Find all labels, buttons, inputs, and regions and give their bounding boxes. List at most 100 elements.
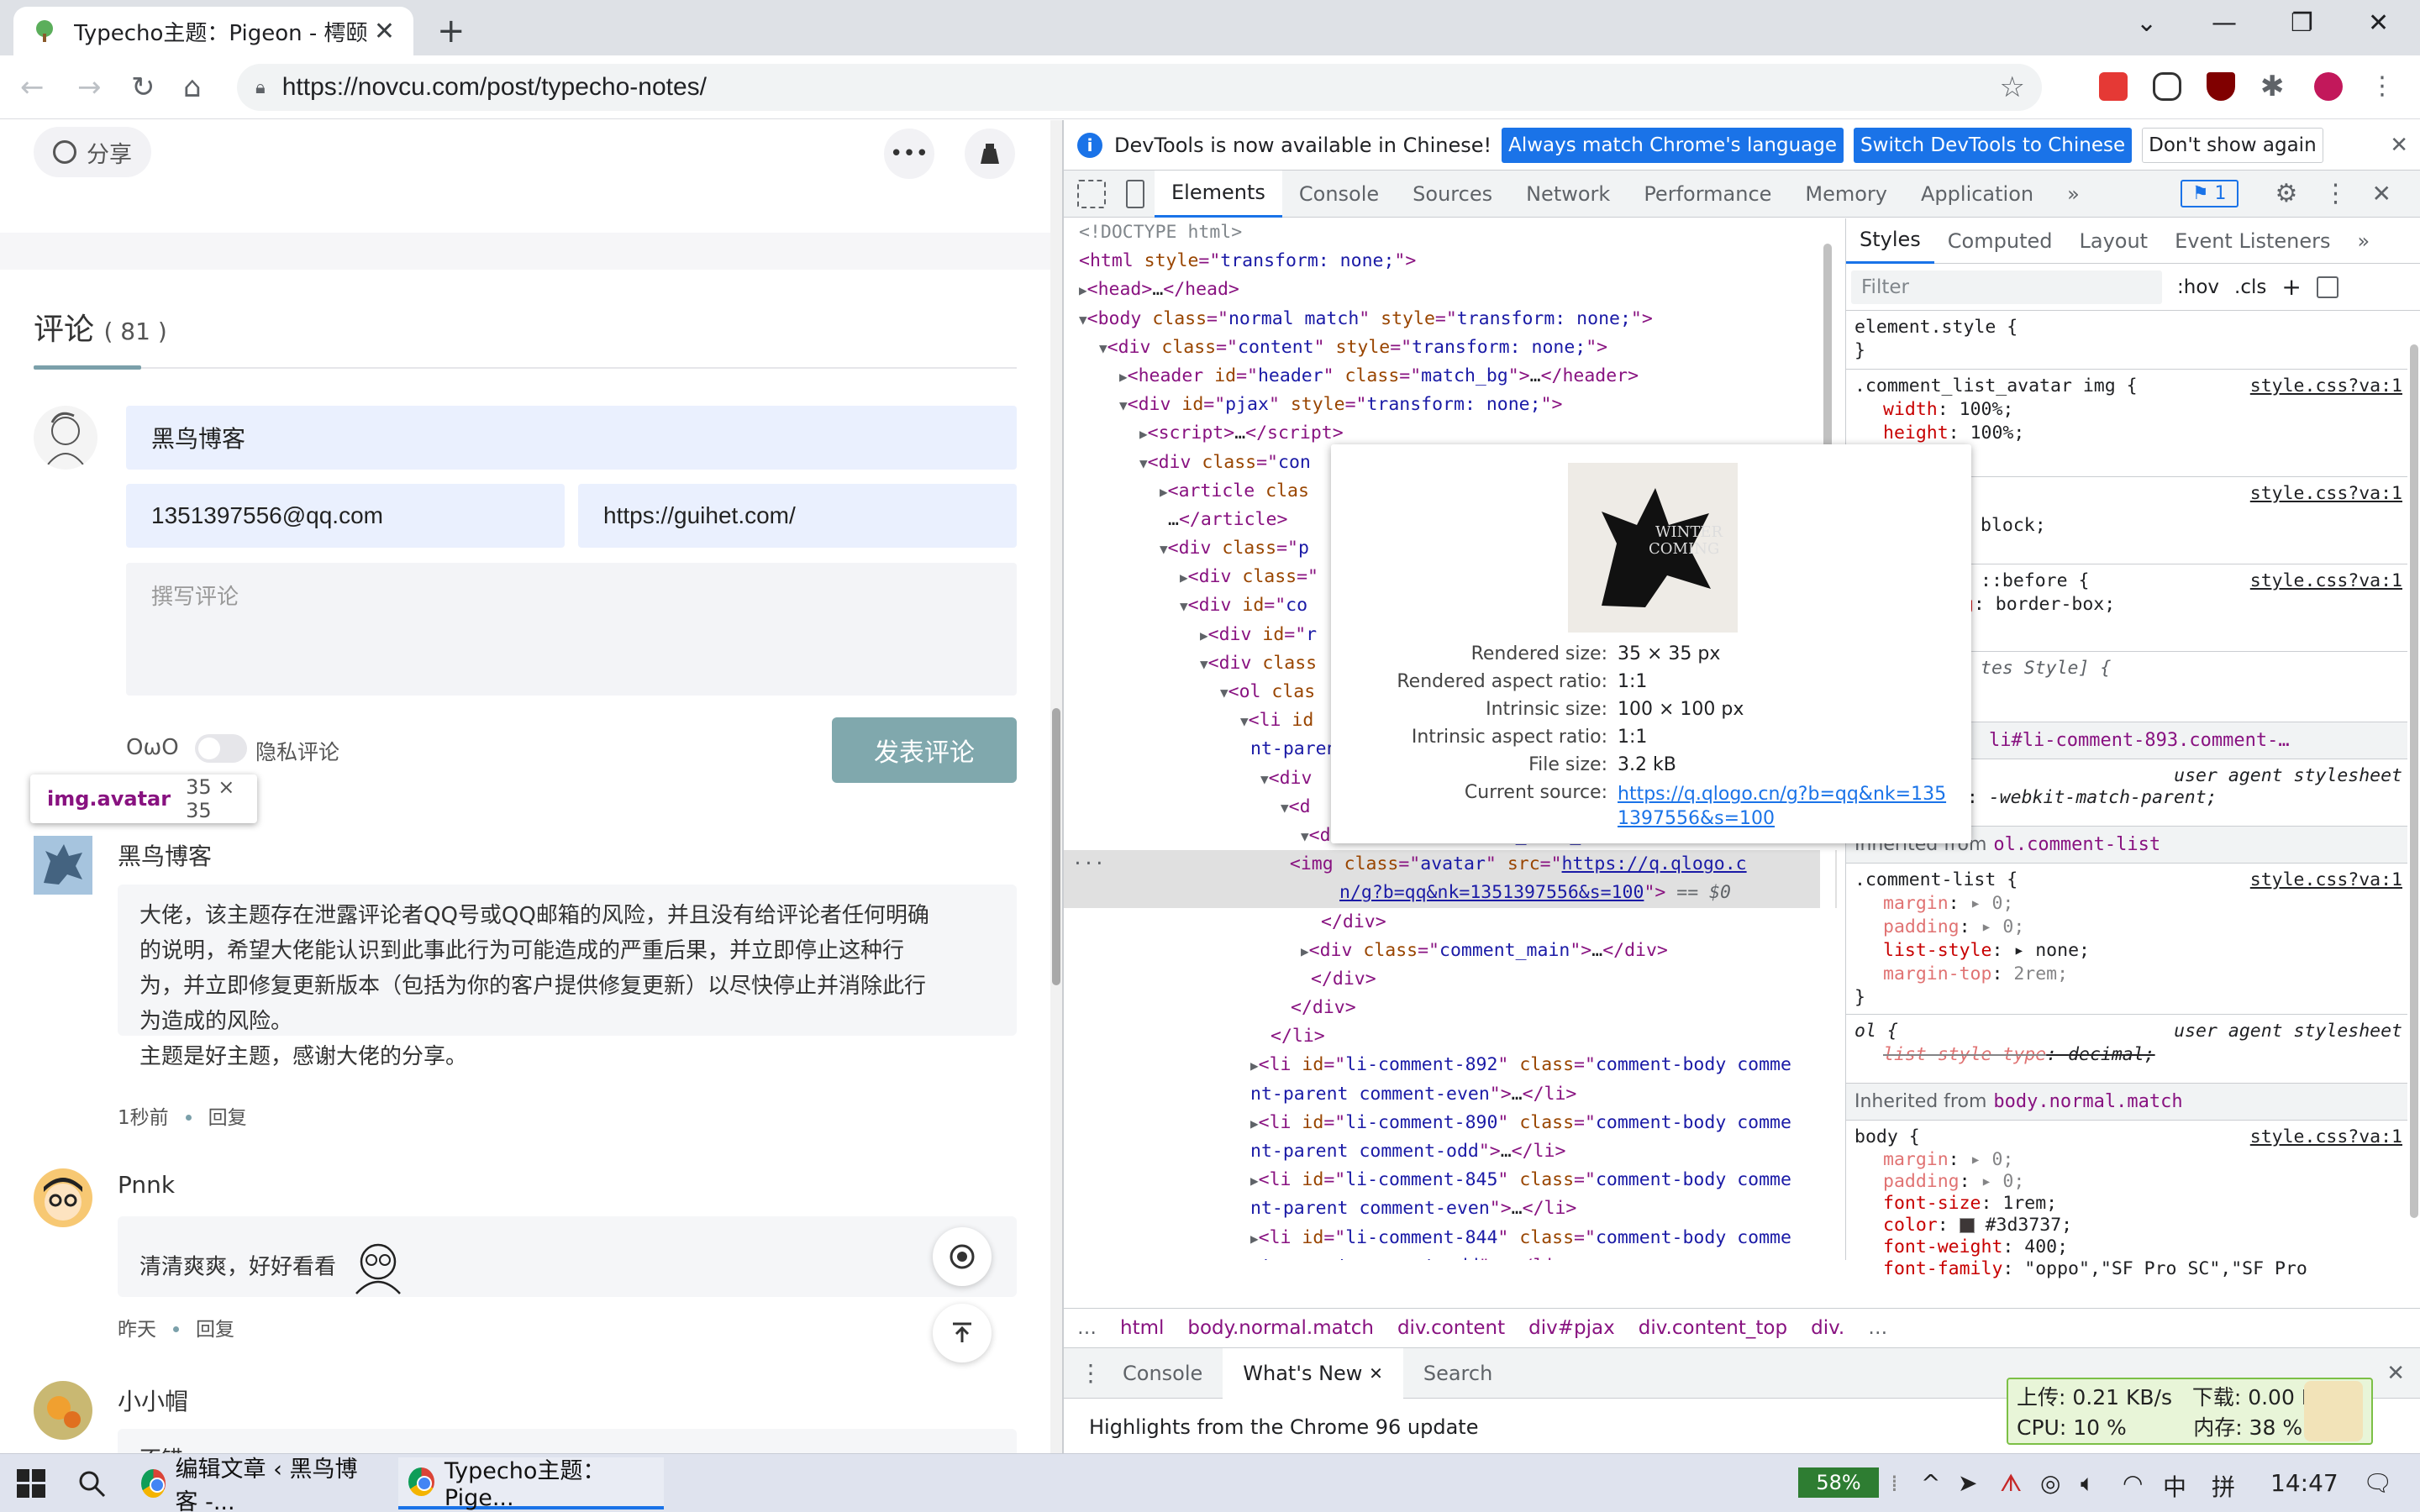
css-prop-name[interactable]: padding bbox=[1854, 1171, 1960, 1192]
battery-indicator[interactable]: 58% bbox=[1798, 1467, 1879, 1498]
more-side-tabs-icon[interactable]: » bbox=[2344, 218, 2384, 264]
search-icon[interactable] bbox=[77, 1469, 106, 1498]
tab-computed[interactable]: Computed bbox=[1934, 218, 2066, 264]
styles-scrollbar-thumb[interactable] bbox=[2410, 344, 2418, 1218]
volume-icon[interactable]: 🔈︎ bbox=[2081, 1469, 2095, 1498]
new-tab-button[interactable]: + bbox=[437, 12, 466, 50]
inspect-element-icon[interactable] bbox=[1077, 179, 1106, 208]
tab-memory[interactable]: Memory bbox=[1788, 171, 1904, 218]
network-monitor-widget[interactable]: 上传: 0.21 KB/s 下载: 0.00 KB/s CPU: 10 % 内存… bbox=[2007, 1378, 2373, 1445]
breadcrumb-overflow[interactable]: … bbox=[1077, 1317, 1097, 1339]
settings-gear-icon[interactable]: ⚙ bbox=[2275, 179, 2298, 208]
tab-application[interactable]: Application bbox=[1904, 171, 2050, 218]
css-prop-name[interactable]: width bbox=[1854, 399, 1938, 420]
home-icon[interactable]: ⌂ bbox=[183, 71, 202, 104]
css-prop-value[interactable]: #3d3737; bbox=[1986, 1215, 2073, 1236]
dom-line-selected[interactable]: ··· <img class="avatar" src="https://q.q… bbox=[1064, 850, 1837, 879]
inherited-element[interactable]: body.normal.match bbox=[1993, 1091, 2182, 1112]
tray-circle-icon[interactable]: ◎ bbox=[2040, 1469, 2060, 1497]
dom-line[interactable]: </div> bbox=[1064, 994, 1837, 1022]
css-prop-value[interactable]: ▸ 0; bbox=[1970, 1149, 2014, 1170]
inherited-element[interactable]: li#li-comment-893.comment-… bbox=[1989, 730, 2290, 751]
tab-styles[interactable]: Styles bbox=[1846, 218, 1934, 264]
devtools-menu-icon[interactable]: ⋮ bbox=[2323, 179, 2348, 208]
rule-source-link[interactable]: style.css?va:1 bbox=[2250, 375, 2402, 398]
comment-avatar[interactable] bbox=[34, 1381, 92, 1440]
page-scrollbar-thumb[interactable] bbox=[1052, 708, 1060, 985]
address-bar[interactable]: 🔒︎ https://novcu.com/post/typecho-notes/… bbox=[237, 64, 2042, 111]
css-prop-value[interactable]: 100%; bbox=[1960, 399, 2014, 420]
breadcrumb-item[interactable]: div.content bbox=[1397, 1317, 1505, 1339]
css-prop-name[interactable]: margin bbox=[1854, 893, 1949, 914]
tab-close-icon[interactable]: ✕ bbox=[374, 17, 395, 46]
breadcrumb-item[interactable]: div. bbox=[1811, 1317, 1844, 1339]
tray-telegram-icon[interactable]: ➤ bbox=[1958, 1469, 1977, 1497]
comment-author[interactable]: 小小帽 bbox=[118, 1383, 188, 1417]
tab-elements[interactable]: Elements bbox=[1155, 170, 1282, 218]
css-prop-name[interactable]: height bbox=[1854, 423, 1949, 444]
dom-line[interactable]: ▶<li id="li-comment-845" class="comment-… bbox=[1064, 1166, 1837, 1194]
breadcrumb-item[interactable]: body.normal.match bbox=[1187, 1317, 1374, 1339]
tab-layout[interactable]: Layout bbox=[2065, 218, 2161, 264]
tab-console[interactable]: Console bbox=[1282, 171, 1396, 218]
website-field[interactable]: https://guihet.com/ bbox=[578, 484, 1017, 548]
browser-menu-icon[interactable]: ⋮ bbox=[2370, 72, 2398, 101]
styles-scrollbar[interactable] bbox=[2407, 311, 2420, 1260]
dom-line[interactable]: ▶<li id="li-comment-844" class="comment-… bbox=[1064, 1224, 1837, 1252]
dom-line[interactable]: ▶<li id="li-comment-892" class="comment-… bbox=[1064, 1051, 1837, 1079]
tab-network[interactable]: Network bbox=[1509, 171, 1627, 218]
forward-icon[interactable]: → bbox=[77, 71, 102, 104]
rule-source-link[interactable]: style.css?va:1 bbox=[2250, 482, 2402, 506]
toggle-sidebar-icon[interactable] bbox=[2316, 276, 2338, 298]
css-prop-value[interactable]: 400; bbox=[2024, 1236, 2068, 1257]
rule-source-link[interactable]: style.css?va:1 bbox=[2250, 869, 2402, 892]
dom-line[interactable]: ▼<body class="normal match" style="trans… bbox=[1064, 305, 1837, 333]
drawer-tab-close-icon[interactable]: ✕ bbox=[1369, 1363, 1383, 1383]
css-prop-name[interactable]: font-family bbox=[1854, 1258, 2002, 1279]
drawer-menu-icon[interactable]: ⋮ bbox=[1079, 1359, 1102, 1387]
drawer-tab-console[interactable]: Console bbox=[1102, 1348, 1223, 1399]
extensions-puzzle-icon[interactable]: ✱ bbox=[2260, 72, 2289, 101]
css-prop-name[interactable]: margin-top bbox=[1854, 963, 1991, 984]
device-toolbar-icon[interactable] bbox=[1126, 179, 1144, 208]
private-comment-toggle[interactable] bbox=[195, 734, 247, 763]
dont-show-again-button[interactable]: Don't show again bbox=[2142, 127, 2323, 163]
tab-search-icon[interactable]: ⌄ bbox=[2136, 8, 2157, 38]
ublock-icon[interactable] bbox=[2207, 72, 2235, 101]
clock-time[interactable]: 14:47 bbox=[2270, 1469, 2338, 1497]
dom-line[interactable]: ▶<head>…</head> bbox=[1064, 276, 1837, 304]
css-rule-body[interactable]: body { style.css?va:1 margin: ▸ 0; paddi… bbox=[1846, 1121, 2407, 1279]
reply-link[interactable]: 回复 bbox=[196, 1319, 234, 1341]
drawer-tab-whats-new[interactable]: What's New ✕ bbox=[1223, 1347, 1403, 1399]
issues-badge[interactable]: ⚑ 1 bbox=[2180, 180, 2238, 207]
css-prop-name[interactable]: font-weight bbox=[1854, 1236, 2002, 1257]
cls-toggle[interactable]: .cls bbox=[2234, 276, 2266, 298]
owo-emoji-button[interactable]: OωO bbox=[126, 735, 179, 760]
dom-line[interactable]: </li> bbox=[1064, 1022, 1837, 1051]
theme-toggle-button[interactable] bbox=[933, 1227, 992, 1286]
minimize-button[interactable]: — bbox=[2212, 8, 2237, 38]
more-button[interactable]: ••• bbox=[884, 129, 934, 179]
comment-textarea[interactable]: 撰写评论 bbox=[126, 563, 1017, 696]
css-prop-value[interactable]: 1rem; bbox=[2002, 1193, 2057, 1214]
dom-line[interactable]: ▶<div class="comment_main">…</div> bbox=[1064, 937, 1837, 965]
styles-filter-input[interactable]: Filter bbox=[1851, 270, 2162, 304]
submit-comment-button[interactable]: 发表评论 bbox=[832, 717, 1017, 783]
dom-line[interactable]: ▶<li id="li-comment-890" class="comment-… bbox=[1064, 1109, 1837, 1137]
dom-line[interactable]: ▶<header id="header" class="match_bg">…<… bbox=[1064, 362, 1837, 391]
tray-chevron-icon[interactable]: ^ bbox=[1921, 1469, 1940, 1497]
close-window-button[interactable]: ✕ bbox=[2368, 8, 2389, 38]
comment-avatar[interactable] bbox=[34, 1168, 92, 1227]
tab-performance[interactable]: Performance bbox=[1627, 171, 1788, 218]
extension-gift-icon[interactable] bbox=[2099, 72, 2128, 101]
css-prop-name[interactable]: font-size bbox=[1854, 1193, 1981, 1214]
css-prop-value[interactable]: ▸ 0; bbox=[1981, 1171, 2025, 1192]
close-drawer-icon[interactable]: ✕ bbox=[2386, 1361, 2405, 1386]
back-to-top-button[interactable] bbox=[933, 1304, 992, 1362]
windows-start-icon[interactable] bbox=[17, 1469, 45, 1498]
css-prop-value[interactable]: ▸ 0; bbox=[1981, 916, 2025, 937]
dom-line[interactable]: </div> bbox=[1064, 908, 1837, 937]
notification-center-icon[interactable]: 🗨︎ bbox=[2363, 1469, 2393, 1497]
dom-line[interactable]: </div> bbox=[1064, 965, 1837, 994]
breadcrumb-item[interactable]: html bbox=[1120, 1317, 1164, 1339]
